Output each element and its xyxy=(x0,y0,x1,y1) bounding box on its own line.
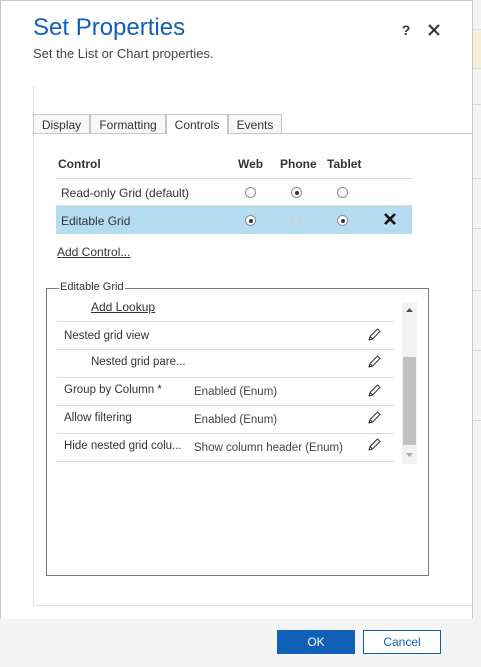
background-divider xyxy=(473,178,481,179)
help-button[interactable]: ? xyxy=(398,22,414,38)
tab-display[interactable]: Display xyxy=(33,114,90,134)
property-divider xyxy=(57,433,394,434)
property-value-allow-filtering: Enabled (Enum) xyxy=(194,414,278,426)
property-label-group-by-column: Group by Column * xyxy=(64,384,162,396)
edit-group-by-column-button[interactable] xyxy=(366,383,382,399)
web-radio-readonly-grid[interactable] xyxy=(245,187,256,198)
scroll-down-arrow-icon xyxy=(406,453,413,457)
property-label-nested-grid-view: Nested grid view xyxy=(64,330,150,342)
edit-nested-grid-view-button[interactable] xyxy=(366,327,382,343)
close-button[interactable] xyxy=(424,20,444,40)
close-icon xyxy=(428,24,440,36)
pencil-icon xyxy=(368,355,381,368)
tab-events[interactable]: Events xyxy=(228,114,282,134)
remove-control-button[interactable] xyxy=(382,211,398,227)
radio-selected-dot xyxy=(248,218,253,223)
control-row-readonly-grid[interactable]: Read-only Grid (default) xyxy=(61,186,189,200)
property-divider xyxy=(57,321,394,322)
property-value-group-by-column: Enabled (Enum) xyxy=(194,386,278,398)
property-label-hide-nested-grid-column: Hide nested grid colu... xyxy=(64,440,182,452)
background-app-edge xyxy=(473,0,481,667)
web-radio-editable-grid[interactable] xyxy=(245,215,256,226)
property-divider xyxy=(57,405,394,406)
cancel-button[interactable]: Cancel xyxy=(363,630,441,654)
control-row-editable-grid[interactable]: Editable Grid xyxy=(61,214,130,228)
property-divider xyxy=(57,377,394,378)
background-divider xyxy=(473,420,481,421)
scroll-down-button[interactable] xyxy=(402,447,417,463)
background-divider xyxy=(473,290,481,291)
header-tablet: Tablet xyxy=(327,157,362,171)
fieldset-legend: Editable Grid xyxy=(59,281,125,293)
remove-control-icon xyxy=(384,213,396,225)
background-app-strip xyxy=(473,29,481,69)
header-web: Web xyxy=(238,157,264,171)
scroll-up-button[interactable] xyxy=(402,302,417,318)
edit-hide-nested-grid-column-button[interactable] xyxy=(366,437,382,453)
property-label-nested-grid-parent: Nested grid pare... xyxy=(91,356,186,368)
scroll-up-arrow-icon xyxy=(406,308,413,312)
header-control: Control xyxy=(58,157,101,171)
tab-formatting[interactable]: Formatting xyxy=(90,114,166,134)
pencil-icon xyxy=(368,438,381,451)
background-divider xyxy=(473,350,481,351)
tablet-radio-editable-grid[interactable] xyxy=(337,215,348,226)
pencil-icon xyxy=(368,411,381,424)
dialog-title: Set Properties xyxy=(33,14,186,41)
pencil-icon xyxy=(368,328,381,341)
scrollbar-thumb[interactable] xyxy=(403,357,416,445)
ok-button[interactable]: OK xyxy=(277,630,355,654)
property-label-allow-filtering: Allow filtering xyxy=(64,412,132,424)
tablet-radio-readonly-grid[interactable] xyxy=(337,187,348,198)
background-divider xyxy=(473,104,481,105)
tab-controls[interactable]: Controls xyxy=(166,114,228,135)
property-divider xyxy=(57,461,394,462)
dialog-subtitle: Set the List or Chart properties. xyxy=(33,46,214,61)
phone-radio-editable-grid xyxy=(291,215,302,226)
add-lookup-link[interactable]: Add Lookup xyxy=(91,300,155,314)
radio-selected-dot xyxy=(294,190,299,195)
property-divider xyxy=(57,349,394,350)
table-header-divider xyxy=(56,178,412,179)
phone-radio-readonly-grid[interactable] xyxy=(291,187,302,198)
add-control-link[interactable]: Add Control... xyxy=(57,245,130,259)
property-value-hide-nested-grid-column: Show column header (Enum) xyxy=(194,442,343,454)
edit-nested-grid-parent-button[interactable] xyxy=(366,354,382,370)
background-divider xyxy=(473,228,481,229)
edit-allow-filtering-button[interactable] xyxy=(366,410,382,426)
radio-selected-dot xyxy=(340,218,345,223)
pencil-icon xyxy=(368,384,381,397)
header-phone: Phone xyxy=(280,157,317,171)
